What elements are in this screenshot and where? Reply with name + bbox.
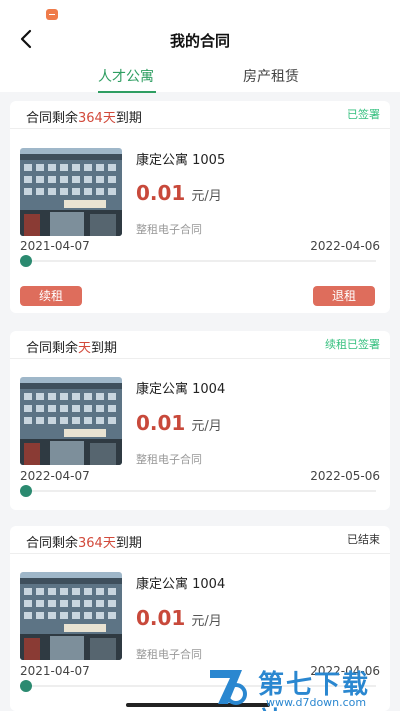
- watermark-logo-icon: [210, 670, 247, 705]
- progress-dot: [20, 485, 32, 497]
- tab-bar: 人才公寓 房产租赁: [0, 66, 400, 93]
- card-header: 合同剩余天到期 续租已签署: [10, 331, 390, 359]
- rent-price: 0.01 元/月: [136, 181, 222, 205]
- progress-track: [20, 490, 376, 492]
- contract-type: 整租电子合同: [136, 223, 202, 236]
- tab-talent-apartment[interactable]: 人才公寓: [98, 66, 154, 86]
- tab-property-lease[interactable]: 房产租赁: [243, 66, 299, 86]
- start-date: 2022-04-07: [20, 469, 90, 483]
- rent-price: 0.01 元/月: [136, 606, 222, 630]
- contract-type: 整租电子合同: [136, 648, 202, 661]
- apartment-photo: [20, 572, 122, 660]
- remaining-time: 合同剩余天到期: [26, 341, 118, 356]
- start-date: 2021-04-07: [20, 664, 90, 678]
- renew-button[interactable]: 续租: [20, 286, 82, 306]
- status-badge: 续租已签署: [325, 338, 380, 351]
- contract-card[interactable]: 合同剩余364天到期 已签署 康定公寓 1005 0.01 元/月 整租电子合同 …: [10, 101, 390, 313]
- progress-track: [20, 260, 376, 262]
- start-date: 2021-04-07: [20, 239, 90, 253]
- page-title: 我的合同: [169, 32, 230, 50]
- apartment-photo: [20, 377, 122, 465]
- remaining-days: 364天: [78, 111, 116, 126]
- progress-dot: [20, 680, 32, 692]
- notification-badge-icon: [46, 9, 58, 20]
- remaining-time: 合同剩余364天到期: [26, 536, 142, 551]
- card-header: 合同剩余364天到期 已结束: [10, 526, 390, 554]
- watermark: 第七下载站 www.d7down.com: [206, 664, 396, 711]
- apartment-photo: [20, 148, 122, 236]
- apartment-name: 康定公寓 1005: [136, 153, 226, 168]
- progress-dot: [20, 255, 32, 267]
- watermark-url: www.d7down.com: [266, 696, 367, 709]
- apartment-name: 康定公寓 1004: [136, 577, 226, 592]
- checkout-button[interactable]: 退租: [313, 286, 375, 306]
- active-tab-indicator: [98, 91, 156, 93]
- rent-price: 0.01 元/月: [136, 411, 222, 435]
- end-date: 2022-05-06: [310, 469, 380, 483]
- remaining-days: 天: [78, 341, 92, 356]
- apartment-name: 康定公寓 1004: [136, 382, 226, 397]
- contract-card[interactable]: 合同剩余天到期 续租已签署 康定公寓 1004 0.01 元/月 整租电子合同 2…: [10, 331, 390, 510]
- end-date: 2022-04-06: [310, 239, 380, 253]
- remaining-time: 合同剩余364天到期: [26, 111, 142, 126]
- card-header: 合同剩余364天到期 已签署: [10, 101, 390, 129]
- status-badge: 已结束: [347, 533, 380, 546]
- contract-type: 整租电子合同: [136, 453, 202, 466]
- remaining-days: 364天: [78, 536, 116, 551]
- status-badge: 已签署: [347, 108, 380, 121]
- top-bar: 我的合同 人才公寓 房产租赁: [0, 0, 400, 93]
